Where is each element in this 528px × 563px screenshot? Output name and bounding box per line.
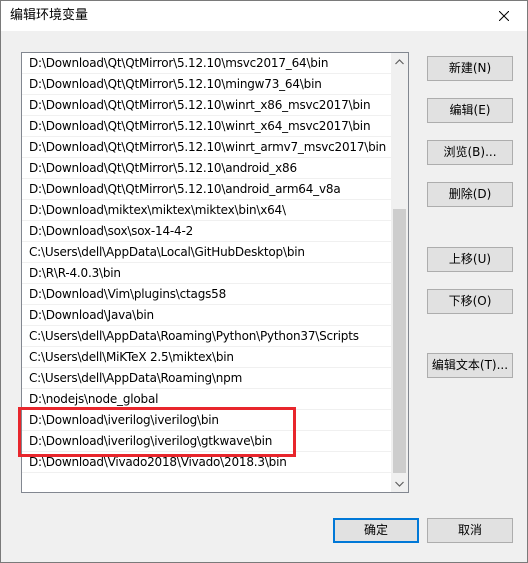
path-list-item[interactable]: D:\R\R-4.0.3\bin: [22, 263, 392, 284]
path-list-item[interactable]: C:\Users\dell\MiKTeX 2.5\miktex\bin: [22, 347, 392, 368]
ok-button[interactable]: 确定: [333, 518, 419, 543]
scroll-up-arrow[interactable]: [391, 53, 408, 70]
close-button[interactable]: [481, 1, 527, 31]
path-list-item[interactable]: C:\Users\dell\AppData\Roaming\Python\Pyt…: [22, 326, 392, 347]
move-down-button[interactable]: 下移(O): [427, 289, 513, 314]
path-list-item[interactable]: D:\Download\Qt\QtMirror\5.12.10\android_…: [22, 158, 392, 179]
edit-button[interactable]: 编辑(E): [427, 98, 513, 123]
path-list-item[interactable]: D:\Download\Qt\QtMirror\5.12.10\android_…: [22, 179, 392, 200]
path-list-item[interactable]: D:\Download\iverilog\iverilog\bin: [22, 410, 392, 431]
path-list-item[interactable]: C:\Users\dell\AppData\Local\GitHubDeskto…: [22, 242, 392, 263]
path-list-item[interactable]: D:\Download\Java\bin: [22, 305, 392, 326]
edit-env-variable-dialog: 编辑环境变量 D:\Download\Qt\QtMirror\5.12.10\m…: [0, 0, 528, 563]
path-list-item[interactable]: D:\Download\sox\sox-14-4-2: [22, 221, 392, 242]
chevron-up-icon: [395, 58, 404, 64]
chevron-down-icon: [395, 481, 404, 487]
browse-button[interactable]: 浏览(B)...: [427, 140, 513, 165]
path-list-item[interactable]: C:\Users\dell\AppData\Roaming\npm: [22, 368, 392, 389]
path-list-item[interactable]: D:\Download\Qt\QtMirror\5.12.10\winrt_x6…: [22, 116, 392, 137]
scrollbar-thumb[interactable]: [393, 209, 406, 473]
path-list-item[interactable]: D:\Download\Qt\QtMirror\5.12.10\winrt_x8…: [22, 95, 392, 116]
path-list-item[interactable]: D:\Download\miktex\miktex\miktex\bin\x64…: [22, 200, 392, 221]
new-button[interactable]: 新建(N): [427, 56, 513, 81]
scroll-down-arrow[interactable]: [391, 475, 408, 492]
path-listbox[interactable]: D:\Download\Qt\QtMirror\5.12.10\msvc2017…: [21, 52, 409, 493]
path-list-item[interactable]: D:\nodejs\node_global: [22, 389, 392, 410]
dialog-client-area: D:\Download\Qt\QtMirror\5.12.10\msvc2017…: [1, 31, 527, 562]
move-up-button[interactable]: 上移(U): [427, 247, 513, 272]
path-list: D:\Download\Qt\QtMirror\5.12.10\msvc2017…: [22, 53, 392, 473]
edit-text-button[interactable]: 编辑文本(T)...: [427, 353, 513, 378]
window-title: 编辑环境变量: [10, 8, 89, 23]
title-bar[interactable]: 编辑环境变量: [1, 1, 527, 31]
path-list-item[interactable]: D:\Download\Qt\QtMirror\5.12.10\mingw73_…: [22, 74, 392, 95]
cancel-button[interactable]: 取消: [427, 518, 513, 543]
vertical-scrollbar[interactable]: [391, 53, 408, 492]
path-list-item[interactable]: D:\Download\Qt\QtMirror\5.12.10\winrt_ar…: [22, 137, 392, 158]
path-list-item[interactable]: D:\Download\Qt\QtMirror\5.12.10\msvc2017…: [22, 53, 392, 74]
path-list-item[interactable]: D:\Download\Vivado2018\Vivado\2018.3\bin: [22, 452, 392, 473]
close-icon: [499, 11, 509, 21]
path-list-item[interactable]: D:\Download\iverilog\iverilog\gtkwave\bi…: [22, 431, 392, 452]
path-list-item[interactable]: D:\Download\Vim\plugins\ctags58: [22, 284, 392, 305]
delete-button[interactable]: 删除(D): [427, 182, 513, 207]
